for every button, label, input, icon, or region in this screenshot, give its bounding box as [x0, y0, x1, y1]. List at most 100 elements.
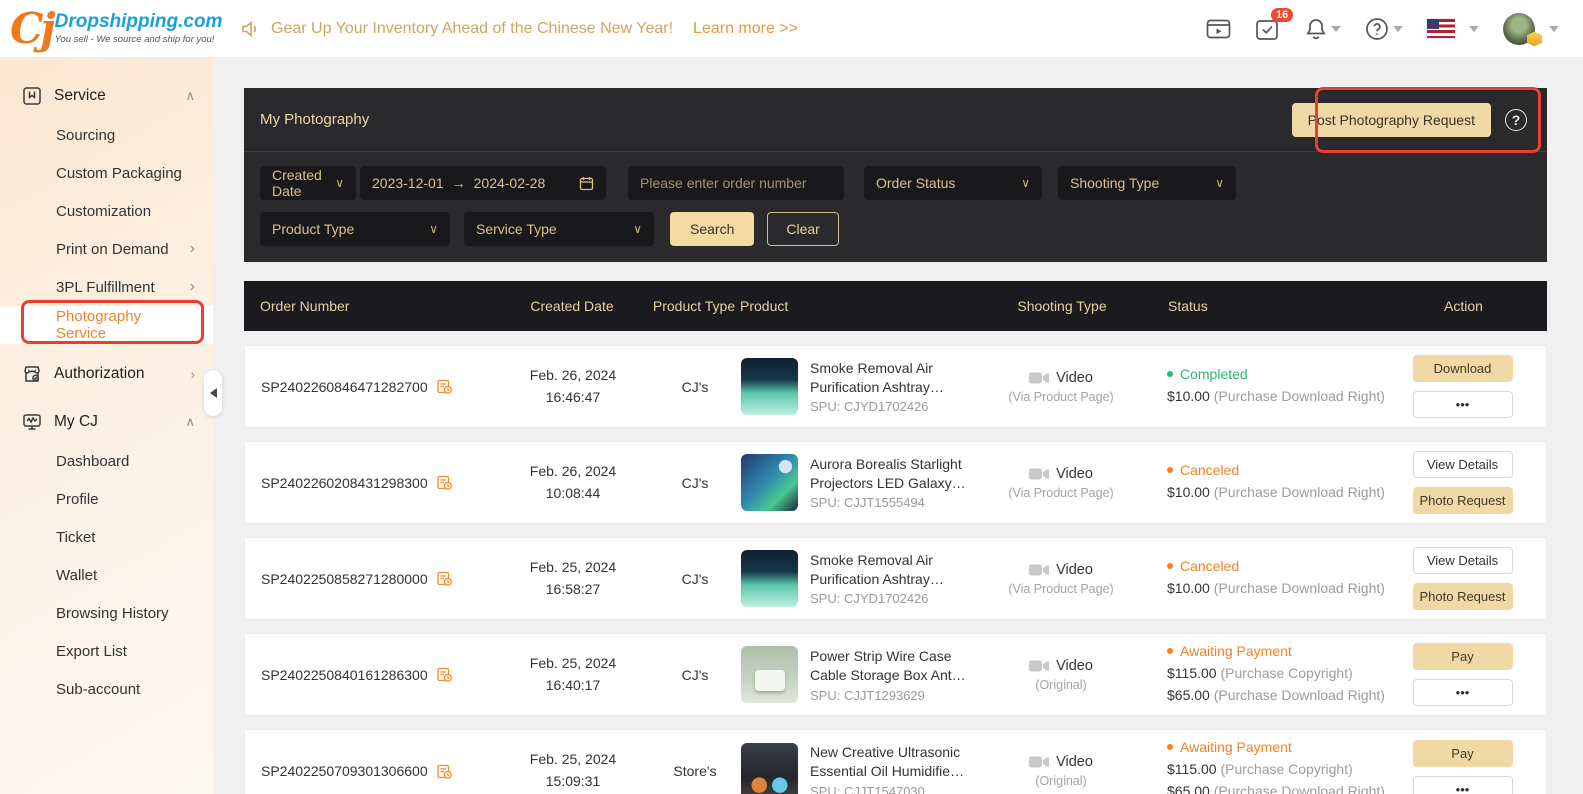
table-body: SP2402260846471282700 Feb. 26, 2024 16:4…: [244, 345, 1547, 794]
product-thumb[interactable]: [741, 454, 798, 511]
product-thumb[interactable]: [741, 550, 798, 607]
date-range-picker[interactable]: 2023-12-01 → 2024-02-28: [360, 166, 606, 200]
sidebar-item-label: Ticket: [56, 529, 95, 546]
sidebar-item-wallet[interactable]: Wallet: [0, 556, 213, 594]
sidebar-item-3pl-fulfillment[interactable]: 3PL Fulfillment ›: [0, 268, 213, 306]
sidebar-item-custom-packaging[interactable]: Custom Packaging: [0, 154, 213, 192]
product-title[interactable]: Smoke Removal Air Purification Ashtray A…: [810, 551, 967, 589]
order-record-icon[interactable]: [436, 474, 453, 491]
status-badge: Awaiting Payment: [1180, 739, 1292, 755]
chevron-down-icon: ∨: [633, 222, 642, 236]
pay-button[interactable]: Pay: [1413, 740, 1513, 767]
status-badge: Canceled: [1180, 462, 1239, 478]
order-record-icon[interactable]: [436, 666, 453, 683]
search-button[interactable]: Search: [670, 212, 754, 246]
clear-button[interactable]: Clear: [767, 212, 838, 246]
service-type-select[interactable]: Service Type ∨: [464, 212, 654, 246]
video-camera-icon: [1029, 755, 1050, 769]
account-menu[interactable]: [1503, 13, 1559, 45]
chevron-right-icon: ›: [190, 240, 195, 258]
sidebar-item-dashboard[interactable]: Dashboard: [0, 442, 213, 480]
sidebar-item-label: My CJ: [54, 413, 98, 431]
sidebar-item-photography-service[interactable]: Photography Service: [0, 306, 213, 344]
sidebar-item-label: Sourcing: [56, 127, 115, 144]
announcement-bar: Gear Up Your Inventory Ahead of the Chin…: [241, 20, 798, 38]
view-details-button[interactable]: View Details: [1413, 451, 1513, 478]
sidebar-section-my-cj[interactable]: My CJ ∧: [0, 402, 213, 442]
sidebar-item-label: Profile: [56, 491, 99, 508]
order-number-input[interactable]: [628, 166, 844, 200]
product-thumb[interactable]: [741, 743, 798, 794]
tasks-icon[interactable]: 16: [1255, 17, 1281, 41]
sidebar-item-profile[interactable]: Profile: [0, 480, 213, 518]
order-record-icon[interactable]: [436, 763, 453, 780]
video-camera-icon: [1029, 467, 1050, 481]
product-thumb[interactable]: [741, 646, 798, 703]
product-title[interactable]: Power Strip Wire Case Cable Storage Box …: [810, 647, 967, 685]
order-record-icon[interactable]: [436, 570, 453, 587]
sidebar-item-export-list[interactable]: Export List: [0, 632, 213, 670]
sidebar-item-print-on-demand[interactable]: Print on Demand ›: [0, 230, 213, 268]
order-number-value: SP2402250709301306600: [261, 763, 428, 779]
sidebar-item-sourcing[interactable]: Sourcing: [0, 116, 213, 154]
notifications-bell-icon[interactable]: [1305, 17, 1341, 40]
brand-tagline: You sell - We source and ship for you!: [55, 34, 223, 45]
column-header-product-type: Product Type: [648, 298, 740, 314]
action-buttons: Pay •••: [1395, 740, 1530, 794]
sidebar-section-service[interactable]: Service ∧: [0, 76, 213, 116]
authorization-icon: [22, 364, 42, 384]
fee-list: $115.00 (Purchase Copyright)$65.00 (Purc…: [1167, 663, 1395, 706]
more-actions-button[interactable]: •••: [1413, 776, 1513, 794]
sidebar-item-customization[interactable]: Customization: [0, 192, 213, 230]
product-thumb[interactable]: [741, 358, 798, 415]
shooting-type-sub: (Original): [985, 678, 1137, 692]
column-header-product: Product: [740, 298, 986, 314]
photo-request-button[interactable]: Photo Request: [1413, 583, 1513, 610]
pay-button[interactable]: Pay: [1413, 643, 1513, 670]
announcement-text: Gear Up Your Inventory Ahead of the Chin…: [271, 20, 673, 38]
photo-request-button[interactable]: Photo Request: [1413, 487, 1513, 514]
sidebar-collapse-handle[interactable]: [204, 370, 222, 416]
sidebar-item-label: Customization: [56, 203, 151, 220]
more-actions-button[interactable]: •••: [1413, 391, 1513, 418]
product-title[interactable]: New Creative Ultrasonic Essential Oil Hu…: [810, 743, 967, 781]
sidebar-item-browsing-history[interactable]: Browsing History: [0, 594, 213, 632]
table-row: SP2402250858271280000 Feb. 25, 2024 16:5…: [244, 537, 1547, 620]
help-circle-icon[interactable]: ?: [1505, 109, 1527, 131]
order-number-value: SP2402260208431298300: [261, 475, 428, 491]
shooting-type-sub: (Via Product Page): [985, 390, 1137, 404]
order-record-icon[interactable]: [436, 378, 453, 395]
created-date-field-dropdown[interactable]: Created Date ∨: [260, 166, 356, 200]
sidebar-item-ticket[interactable]: Ticket: [0, 518, 213, 556]
order-status-select[interactable]: Order Status ∨: [864, 166, 1042, 200]
more-actions-button[interactable]: •••: [1413, 679, 1513, 706]
status-line: Completed: [1167, 366, 1395, 382]
shooting-type-select[interactable]: Shooting Type ∨: [1058, 166, 1236, 200]
main-panel: My Photography Post Photography Request …: [244, 88, 1547, 794]
download-button[interactable]: Download: [1413, 355, 1513, 382]
product-type-select[interactable]: Product Type ∨: [260, 212, 450, 246]
chevron-up-icon: ∧: [185, 414, 195, 430]
created-time-value: 10:08:44: [497, 483, 649, 505]
help-icon[interactable]: [1365, 17, 1403, 41]
action-buttons: Pay •••: [1395, 643, 1530, 706]
language-selector[interactable]: [1427, 19, 1479, 38]
status-badge: Canceled: [1180, 558, 1239, 574]
post-photography-request-button[interactable]: Post Photography Request: [1292, 103, 1491, 137]
order-number-value: SP2402260846471282700: [261, 379, 428, 395]
product-title[interactable]: Aurora Borealis Starlight Projectors LED…: [810, 455, 967, 493]
sidebar-section-authorization[interactable]: Authorization ›: [0, 354, 213, 394]
fee-list: $10.00 (Purchase Download Right): [1167, 386, 1395, 408]
sidebar-item-sub-account[interactable]: Sub-account: [0, 670, 213, 708]
learn-more-link[interactable]: Learn more >>: [693, 20, 798, 38]
view-details-button[interactable]: View Details: [1413, 547, 1513, 574]
fee-line: $115.00 (Purchase Copyright): [1167, 759, 1395, 781]
video-tutorials-icon[interactable]: [1206, 18, 1231, 40]
dropdown-label: Created Date: [272, 167, 328, 199]
created-time-value: 15:09:31: [497, 771, 649, 793]
us-flag-icon: [1427, 19, 1455, 38]
brand-logo[interactable]: Cj Dropshipping.com You sell - We source…: [10, 8, 215, 50]
product-title[interactable]: Smoke Removal Air Purification Ashtray A…: [810, 359, 967, 397]
product-type-value: CJ's: [649, 571, 741, 587]
product-type-value: Store's: [649, 763, 741, 779]
